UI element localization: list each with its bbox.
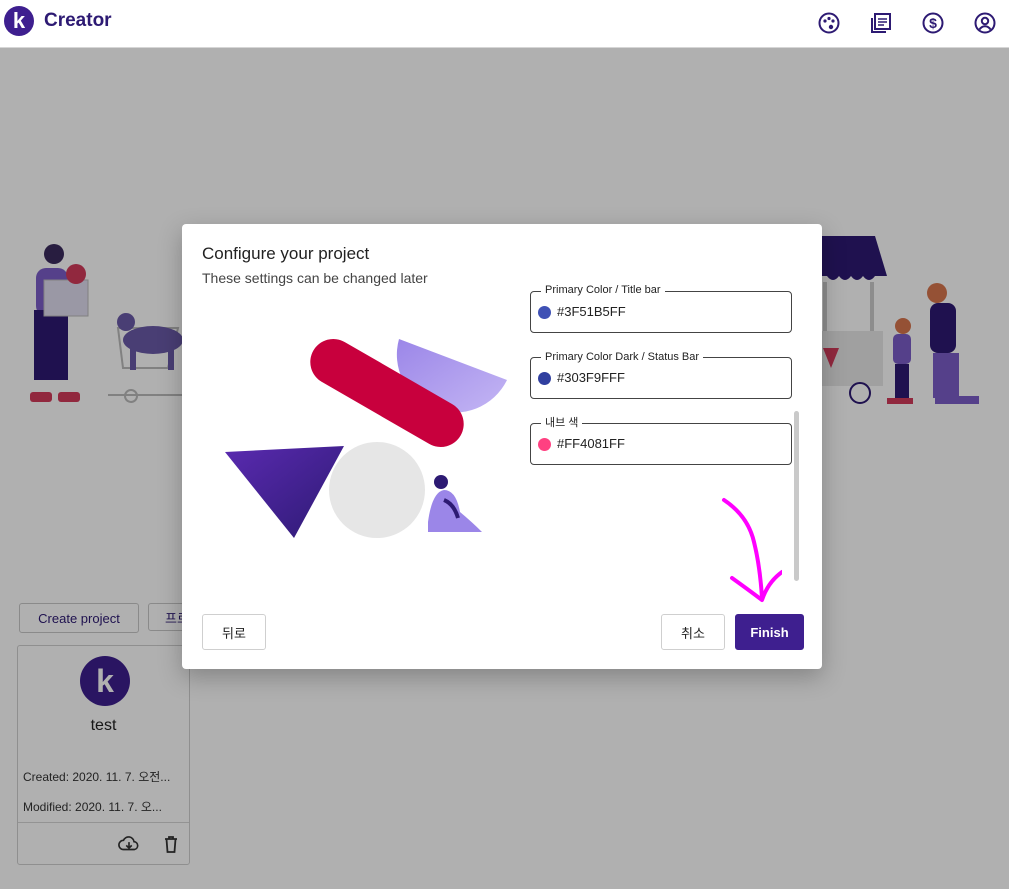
app-title[interactable]: Creator — [44, 10, 112, 32]
primary-dark-color-value[interactable]: #303F9FFF — [557, 370, 625, 385]
primary-color-field[interactable]: Primary Color / Title bar #3F51B5FF — [530, 283, 792, 333]
primary-color-swatch[interactable] — [538, 306, 551, 319]
palette-icon[interactable] — [817, 11, 841, 35]
back-button[interactable]: 뒤로 — [202, 614, 266, 650]
app-logo[interactable]: k — [4, 6, 34, 36]
app-bar: k Creator $ — [0, 0, 1009, 48]
primary-color-label: Primary Color / Title bar — [541, 283, 665, 297]
accent-color-field[interactable]: 내브 색 #FF4081FF — [530, 416, 792, 465]
primary-color-value[interactable]: #3F51B5FF — [557, 304, 626, 319]
finish-button[interactable]: Finish — [735, 614, 804, 650]
primary-dark-color-field[interactable]: Primary Color Dark / Status Bar #303F9FF… — [530, 350, 792, 399]
accent-color-swatch[interactable] — [538, 438, 551, 451]
accent-color-value[interactable]: #FF4081FF — [557, 436, 625, 451]
fields-scrollbar[interactable] — [794, 411, 799, 581]
account-icon[interactable] — [973, 11, 997, 35]
primary-dark-color-label: Primary Color Dark / Status Bar — [541, 350, 704, 364]
shapes-illustration — [222, 332, 512, 542]
annotation-arrow — [712, 494, 784, 609]
dialog-subtitle: These settings can be changed later — [202, 270, 428, 286]
accent-color-label: 내브 색 — [541, 416, 583, 430]
dialog-title: Configure your project — [202, 244, 370, 263]
dollar-icon[interactable]: $ — [921, 11, 945, 35]
primary-dark-color-swatch[interactable] — [538, 372, 551, 385]
svg-text:$: $ — [929, 15, 937, 31]
cancel-button[interactable]: 취소 — [661, 614, 725, 650]
library-icon[interactable] — [869, 11, 893, 35]
